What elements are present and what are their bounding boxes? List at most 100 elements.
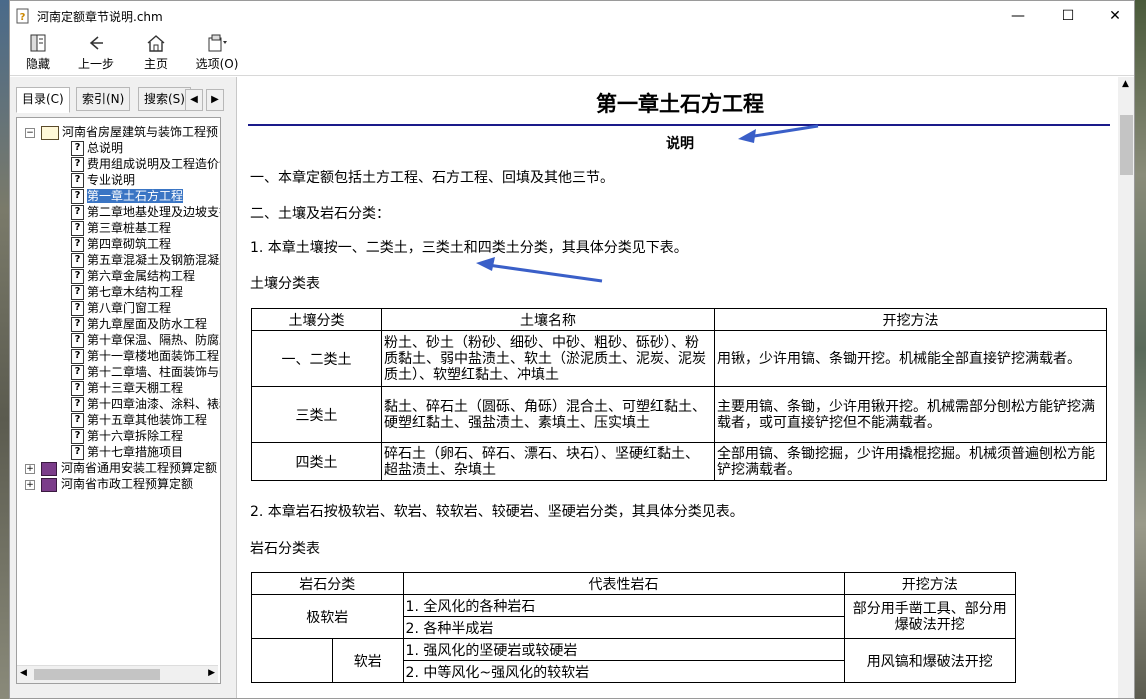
tree-node-topic[interactable]: ? 第十二章墙、柱面装饰与隔 [71,364,220,380]
scroll-up-icon: ▲ [1122,79,1129,89]
help-topic-icon: ? [71,333,84,348]
help-topic-icon: ? [71,269,84,284]
tree-node-topic[interactable]: ? 第七章木结构工程 [71,284,183,300]
tree-node-topic[interactable]: ? 第十三章天棚工程 [71,380,183,396]
toolbar: 隐藏 上一步 主页 选项(O) [10,31,1134,76]
home-button[interactable]: 主页 [132,33,180,72]
scrollbar-thumb[interactable] [1120,115,1133,175]
help-topic-icon: ? [71,173,84,188]
home-label: 主页 [143,57,168,71]
close-button[interactable]: ✕ [1092,1,1134,31]
scrollbar-thumb[interactable] [34,669,160,680]
tree-node-label: 第九章屋面及防水工程 [87,317,208,331]
tree-node-label: 第五章混凝土及钢筋混凝土 [87,253,221,267]
tree-node-installation[interactable]: + 河南省通用安装工程预算定额 [25,460,217,476]
tree-node-label: 河南省通用安装工程预算定额 [61,461,218,475]
content-vertical-scrollbar[interactable]: ▲ [1118,77,1134,698]
help-window: ? 河南定额章节说明.chm — ☐ ✕ 隐藏 上一步 主页 选项(O) 目录(… [9,0,1135,699]
tab-scroll-right-button[interactable]: ▶ [206,89,224,111]
tree-node-label: 第十一章楼地面装饰工程 [87,349,220,363]
tree-node-label: 第六章金属结构工程 [87,269,196,283]
annotation-arrow-head [476,257,495,271]
tree-node-topic[interactable]: ? 总说明 [71,140,123,156]
window-title: 河南定额章节说明.chm [37,10,163,24]
tree-node-label: 河南省房屋建筑与装饰工程预 [62,125,219,139]
tree-node-label: 第三章桩基工程 [87,221,172,235]
navigation-pane: 目录(C) 索引(N) 搜索(S) ◀ ▶ − 河南省房屋建筑与装饰工程预 ? 总说… [10,77,237,698]
tab-contents-label: 目录(C) [22,92,64,106]
help-topic-icon: ? [71,317,84,332]
annotation-arrow [747,124,819,139]
maximize-button[interactable]: ☐ [1045,1,1091,31]
back-arrow-icon [89,36,103,50]
help-topic-icon: ? [71,189,84,204]
help-topic-icon: ? [71,349,84,364]
help-topic-icon: ? [71,285,84,300]
tree-node-topic[interactable]: ? 第十四章油漆、涂料、裱糊 [71,396,221,412]
help-topic-icon: ? [71,429,84,444]
help-topic-icon: ? [71,397,84,412]
tree-node-topic[interactable]: ? 费用组成说明及工程造价计 [71,156,220,172]
book-icon [41,478,57,492]
tree-node-municipal[interactable]: + 河南省市政工程预算定额 [25,476,193,492]
options-label: 选项(O) [195,57,239,71]
tree-node-topic[interactable]: ? 第六章金属结构工程 [71,268,195,284]
tree-node-topic[interactable]: ? 第十章保温、隔热、防腐工 [71,332,221,348]
help-topic-icon: ? [71,365,84,380]
tree-node-topic[interactable]: ? 第十五章其他装饰工程 [71,412,207,428]
hide-pane-icon [30,34,46,52]
expand-icon: + [25,480,35,490]
tree-node-topic[interactable]: ? 第五章混凝土及钢筋混凝土 [71,252,221,268]
tree-node-label: 第十七章措施项目 [87,445,184,459]
close-icon: ✕ [1109,8,1121,24]
tree-node-label: 第十三章天棚工程 [87,381,184,395]
tree-node-topic[interactable]: ? 第十七章措施项目 [71,444,183,460]
help-topic-icon: ? [71,253,84,268]
annotation-overlay [476,124,819,283]
tab-index-label: 索引(N) [82,92,125,106]
tree-node-topic[interactable]: ? 第二章地基处理及边坡支打 [71,204,220,220]
desktop-background-right [1134,0,1146,699]
tree-node-topic[interactable]: ? 第八章门窗工程 [71,300,171,316]
back-button[interactable]: 上一步 [72,33,120,72]
tab-search-label: 搜索(S) [144,92,185,106]
tree-node-root[interactable]: − 河南省房屋建筑与装饰工程预 [25,124,218,140]
book-icon [41,462,57,476]
hide-label: 隐藏 [25,57,50,71]
contents-tree: − 河南省房屋建筑与装饰工程预 ? 总说明? 费用组成说明及工程造价计? 专业说明? 第一… [16,117,221,684]
back-label: 上一步 [77,57,114,71]
tree-node-label: 河南省市政工程预算定额 [61,477,194,491]
tree-node-label: 第四章砌筑工程 [87,237,172,251]
tree-node-topic[interactable]: ? 第三章桩基工程 [71,220,171,236]
tree-node-topic[interactable]: ? 第九章屋面及防水工程 [71,316,207,332]
help-topic-icon: ? [71,221,84,236]
help-topic-icon: ? [71,301,84,316]
tree-node-label: 专业说明 [87,173,136,187]
minimize-button[interactable]: — [995,1,1041,31]
tree-node-topic[interactable]: ? 第四章砌筑工程 [71,236,171,252]
tree-node-label: 第十章保温、隔热、防腐工 [87,333,221,347]
open-book-icon [41,126,59,140]
tab-index[interactable]: 索引(N) [76,87,131,111]
tree-node-topic[interactable]: ? 第一章土石方工程 [71,188,184,204]
options-button[interactable]: 选项(O) [190,33,244,72]
hide-button[interactable]: 隐藏 [14,33,62,72]
home-icon [147,35,165,52]
title-bar[interactable]: ? 河南定额章节说明.chm — ☐ ✕ [10,1,1134,31]
annotation-arrow-head [738,129,756,143]
help-topic-icon: ? [71,141,84,156]
help-topic-icon: ? [71,413,84,428]
tab-search[interactable]: 搜索(S) [138,87,191,111]
tree-node-label: 第一章土石方工程 [87,189,184,203]
tab-scroll-left-button[interactable]: ◀ [185,89,203,111]
tree-node-label: 第十五章其他装饰工程 [87,413,208,427]
expand-icon: + [25,464,35,474]
topic-content: 第一章土石方工程 说明 一、本章定额包括土方工程、石方工程、回填及其他三节。 二… [238,77,1114,698]
tree-node-label: 第十四章油漆、涂料、裱糊 [87,397,221,411]
tree-node-topic[interactable]: ? 专业说明 [71,172,135,188]
tab-contents[interactable]: 目录(C) [16,87,70,113]
tree-horizontal-scrollbar[interactable]: ◀ ▶ [17,665,218,683]
tree-node-topic[interactable]: ? 第十一章楼地面装饰工程 [71,348,219,364]
scroll-right-icon: ▶ [208,668,215,678]
tree-node-topic[interactable]: ? 第十六章拆除工程 [71,428,183,444]
